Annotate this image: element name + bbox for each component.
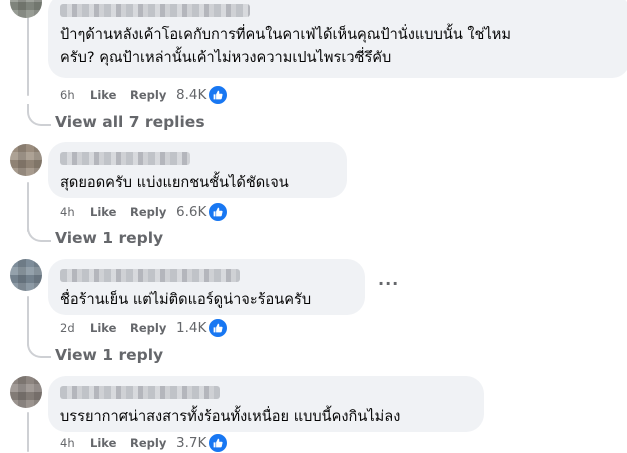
comment-time[interactable]: 2d (60, 321, 90, 335)
thread-curve (27, 220, 51, 242)
like-button[interactable]: Like (90, 436, 130, 450)
reply-button[interactable]: Reply (130, 88, 176, 102)
comment-time[interactable]: 6h (60, 88, 90, 102)
comment-bubble: สุดยอดครับ แบ่งแยกชนชั้นได้ชัดเจน (48, 142, 347, 198)
view-replies-link[interactable]: View all 7 replies (55, 113, 205, 131)
avatar[interactable] (10, 0, 42, 18)
reaction-summary[interactable]: 1.4K (176, 318, 229, 338)
comment-text: ชื่อร้านเย็น แต่ไม่ติดแอร์ดูน่าจะร้อนครั… (60, 291, 312, 308)
comment-actions: 4h Like Reply (60, 436, 176, 450)
thread-curve (27, 104, 51, 126)
thumbs-up-icon (208, 433, 229, 453)
comment-actions: 2d Like Reply (60, 321, 176, 335)
reaction-count: 3.7K (176, 435, 207, 451)
avatar[interactable] (10, 144, 42, 176)
thread-curve (27, 336, 51, 358)
commenter-name-blurred[interactable] (60, 152, 190, 165)
comment-text: บรรยากาศน่าสงสารทั้งร้อนทั้งเหนื่อย แบบน… (60, 408, 401, 425)
comment-actions: 6h Like Reply (60, 88, 176, 102)
more-options-button[interactable]: ··· (378, 274, 399, 293)
thumbs-up-icon (208, 85, 229, 105)
avatar-image (10, 376, 42, 408)
commenter-name-blurred[interactable] (60, 269, 240, 282)
reaction-count: 8.4K (176, 87, 207, 103)
comment-time[interactable]: 4h (60, 436, 90, 450)
reaction-summary[interactable]: 6.6K (176, 202, 229, 222)
comment-bubble: ชื่อร้านเย็น แต่ไม่ติดแอร์ดูน่าจะร้อนครั… (48, 259, 365, 315)
avatar-image (10, 259, 42, 291)
avatar[interactable] (10, 259, 42, 291)
comment-time[interactable]: 4h (60, 205, 90, 219)
reaction-count: 1.4K (176, 320, 207, 336)
avatar-image (10, 0, 42, 18)
reply-button[interactable]: Reply (130, 321, 176, 335)
thumbs-up-icon (208, 202, 229, 222)
comment-actions: 4h Like Reply (60, 205, 176, 219)
comment-text: ป้าๆด้านหลังเค้าโอเคกับการที่คนในคาเฟ่ได… (60, 26, 512, 66)
reaction-count: 6.6K (176, 204, 207, 220)
reply-button[interactable]: Reply (130, 436, 176, 450)
commenter-name-blurred[interactable] (60, 4, 250, 17)
view-replies-link[interactable]: View 1 reply (55, 346, 163, 364)
like-button[interactable]: Like (90, 321, 130, 335)
reaction-summary[interactable]: 3.7K (176, 433, 229, 453)
avatar-image (10, 144, 42, 176)
comment-text: สุดยอดครับ แบ่งแยกชนชั้นได้ชัดเจน (60, 174, 289, 191)
thread-line (27, 412, 29, 452)
avatar[interactable] (10, 376, 42, 408)
view-replies-link[interactable]: View 1 reply (55, 229, 163, 247)
thumbs-up-icon (208, 318, 229, 338)
commenter-name-blurred[interactable] (60, 386, 220, 399)
like-button[interactable]: Like (90, 88, 130, 102)
comment-bubble: บรรยากาศน่าสงสารทั้งร้อนทั้งเหนื่อย แบบน… (48, 376, 484, 432)
comment-bubble: ป้าๆด้านหลังเค้าโอเคกับการที่คนในคาเฟ่ได… (48, 0, 627, 78)
like-button[interactable]: Like (90, 205, 130, 219)
reaction-summary[interactable]: 8.4K (176, 85, 229, 105)
reply-button[interactable]: Reply (130, 205, 176, 219)
